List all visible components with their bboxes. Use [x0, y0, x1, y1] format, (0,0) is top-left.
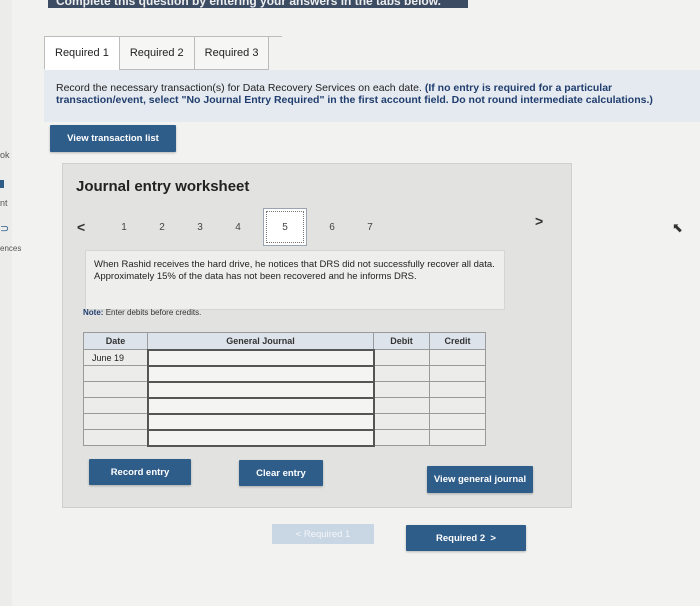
left-sidebar-item[interactable]: nt [0, 198, 8, 208]
tab-required-2[interactable]: Required 2 [118, 36, 195, 70]
credit-field[interactable] [429, 413, 486, 430]
journal-entry-worksheet-panel: Journal entry worksheet < 1 2 3 4 5 6 7 … [62, 163, 572, 508]
debit-field[interactable] [373, 429, 430, 446]
left-sidebar [0, 0, 12, 606]
debit-column-header: Debit [373, 332, 430, 350]
pager-page[interactable]: 4 [219, 222, 257, 233]
table-row [83, 380, 486, 399]
left-sidebar-item[interactable]: ences [0, 244, 21, 253]
date-cell [83, 381, 148, 398]
view-transaction-list-button[interactable]: View transaction list [50, 125, 176, 152]
account-field[interactable] [146, 380, 375, 399]
general-journal-column-header: General Journal [147, 332, 374, 350]
tab-overflow-caret [268, 36, 283, 70]
account-field[interactable] [146, 348, 375, 367]
worksheet-note: Note: Enter debits before credits. [83, 308, 201, 317]
credit-column-header: Credit [429, 332, 486, 350]
date-cell [83, 397, 148, 414]
date-cell: June 19 [83, 349, 148, 366]
account-field[interactable] [146, 364, 375, 383]
requirement-tabs: Required 1 Required 2 Required 3 [44, 36, 283, 70]
account-field[interactable] [146, 412, 375, 431]
tab-required-1[interactable]: Required 1 [44, 36, 120, 70]
pager-page-active[interactable]: 5 [263, 208, 307, 246]
left-sidebar-bracket-icon: ⊃ [0, 223, 10, 235]
next-required-button[interactable]: Required 2 > [406, 525, 526, 551]
debit-field[interactable] [373, 349, 430, 366]
worksheet-pager: < 1 2 3 4 5 6 7 [77, 208, 389, 246]
chevron-left-icon[interactable]: < [77, 219, 105, 235]
view-general-journal-button[interactable]: View general journal [427, 466, 533, 493]
debit-field[interactable] [373, 397, 430, 414]
note-text: Enter debits before credits. [105, 308, 202, 317]
account-field[interactable] [146, 428, 375, 447]
credit-field[interactable] [429, 381, 486, 398]
pager-page[interactable]: 6 [313, 222, 351, 233]
table-row [83, 396, 486, 415]
next-required-label: Required 2 [436, 532, 486, 544]
top-instruction-banner: Complete this question by entering your … [48, 0, 468, 8]
pager-page[interactable]: 1 [105, 222, 143, 233]
debit-field[interactable] [373, 365, 430, 382]
left-sidebar-marker [0, 180, 4, 188]
table-row [83, 428, 486, 447]
date-cell [83, 429, 148, 446]
table-row: June 19 [83, 348, 486, 367]
pager-page[interactable]: 7 [351, 222, 389, 233]
pager-page[interactable]: 3 [181, 222, 219, 233]
worksheet-title: Journal entry worksheet [76, 178, 250, 195]
instruction-box: Record the necessary transaction(s) for … [44, 70, 700, 122]
date-column-header: Date [83, 332, 148, 350]
mouse-pointer-icon: ⬉ [672, 220, 683, 235]
table-row [83, 364, 486, 383]
table-row [83, 412, 486, 431]
chevron-right-icon: > [485, 532, 496, 544]
credit-field[interactable] [429, 349, 486, 366]
journal-entry-table: Date General Journal Debit Credit June 1… [83, 332, 486, 447]
credit-field[interactable] [429, 397, 486, 414]
date-cell [83, 365, 148, 382]
date-cell [83, 413, 148, 430]
left-sidebar-item[interactable]: ok [0, 150, 10, 160]
account-field[interactable] [146, 396, 375, 415]
debit-field[interactable] [373, 413, 430, 430]
transaction-description: When Rashid receives the hard drive, he … [85, 250, 505, 310]
credit-field[interactable] [429, 365, 486, 382]
pager-page[interactable]: 2 [143, 222, 181, 233]
chevron-right-icon[interactable]: > [535, 213, 543, 229]
record-entry-button[interactable]: Record entry [89, 459, 191, 485]
clear-entry-button[interactable]: Clear entry [239, 460, 323, 486]
note-label: Note: [83, 308, 104, 317]
instruction-text: Record the necessary transaction(s) for … [56, 82, 422, 94]
previous-required-label: Required 1 [303, 528, 351, 540]
credit-field[interactable] [429, 429, 486, 446]
debit-field[interactable] [373, 381, 430, 398]
chevron-left-icon: < [295, 528, 304, 540]
previous-required-button[interactable]: < Required 1 [272, 524, 374, 544]
tab-required-3[interactable]: Required 3 [193, 36, 270, 70]
